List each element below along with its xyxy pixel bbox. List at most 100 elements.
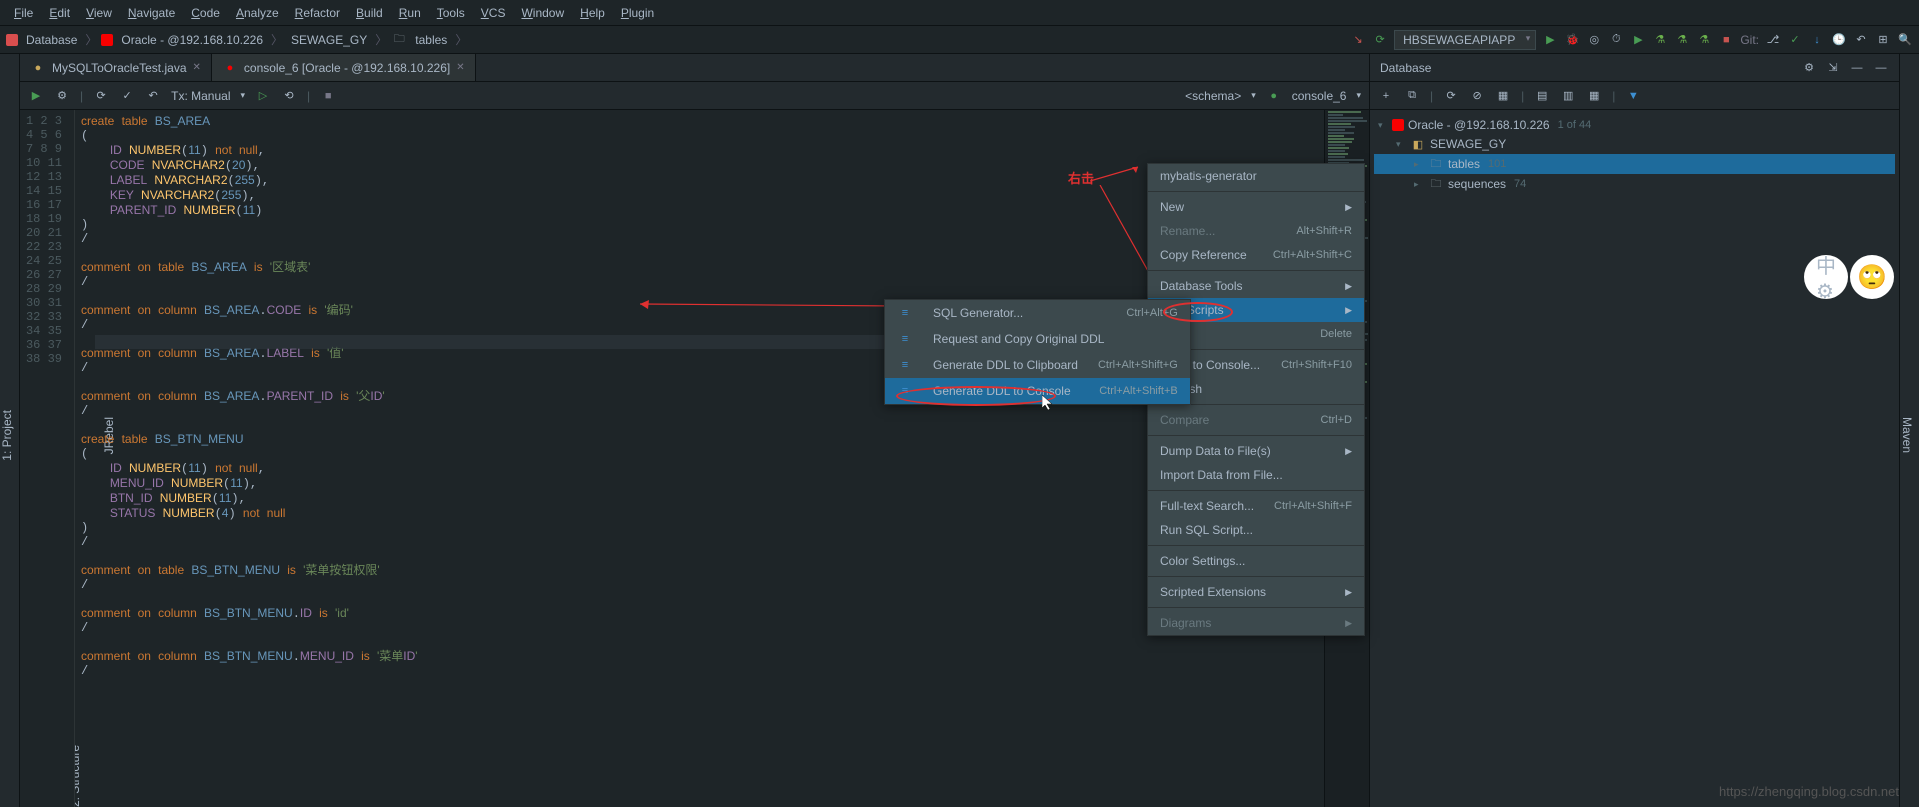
stop-db-icon[interactable]: ⊘	[1469, 88, 1485, 104]
ctx-database-tools[interactable]: Database Tools▶	[1148, 274, 1364, 298]
run-config-select[interactable]: HBSEWAGEAPIAPP	[1394, 30, 1536, 50]
menu-help[interactable]: Help	[572, 2, 613, 24]
git-revert-icon[interactable]: ↶	[1853, 32, 1869, 48]
stop2-icon[interactable]: ■	[320, 88, 336, 104]
coverage-icon[interactable]: ◎	[1586, 32, 1602, 48]
database-panel: Database ⚙ ⇲ — — + ⧉ | ⟳ ⊘ ▦ | ▤ ▥ ▦ | ▼…	[1369, 54, 1899, 807]
ctx-color-settings-[interactable]: Color Settings...	[1148, 549, 1364, 573]
menu-refactor[interactable]: Refactor	[287, 2, 348, 24]
minimize-icon[interactable]: —	[1849, 60, 1865, 76]
tx-mode[interactable]: Tx: Manual	[171, 89, 230, 103]
menu-view[interactable]: View	[78, 2, 120, 24]
settings-icon[interactable]: ⚙	[54, 88, 70, 104]
tree-tables[interactable]: ▸ 🗀 tables 101	[1374, 154, 1895, 174]
console-icon: ●	[1266, 88, 1282, 104]
menu-file[interactable]: File	[6, 2, 41, 24]
filter-icon[interactable]: ▼	[1625, 88, 1641, 104]
menu-build[interactable]: Build	[348, 2, 391, 24]
execute-icon[interactable]: ▶	[28, 88, 44, 104]
editor-tabs: ●MySQLToOracleTest.java✕●console_6 [Orac…	[20, 54, 1369, 82]
ctx-import-data-from-file-[interactable]: Import Data from File...	[1148, 463, 1364, 487]
debug-icon[interactable]: 🐞	[1564, 32, 1580, 48]
refresh-icon[interactable]: ⟳	[93, 88, 109, 104]
menu-window[interactable]: Window	[513, 2, 572, 24]
hammer-icon[interactable]: ↘	[1350, 32, 1366, 48]
ctx-copy-reference[interactable]: Copy ReferenceCtrl+Alt+Shift+C	[1148, 243, 1364, 267]
tx-rollback-icon[interactable]: ↶	[145, 88, 161, 104]
menu-plugin[interactable]: Plugin	[613, 2, 662, 24]
left-tool-strip: 1: Project simpleUML 2: Structure JRebel	[0, 54, 20, 807]
jrebel2-icon[interactable]: ⚗	[1674, 32, 1690, 48]
stop-icon[interactable]: ■	[1718, 32, 1734, 48]
menu-run[interactable]: Run	[391, 2, 429, 24]
breadcrumb-db[interactable]: Oracle - @192.168.10.226	[117, 31, 267, 49]
gear-icon[interactable]: ⚙	[1801, 60, 1817, 76]
breadcrumb-root[interactable]: Database	[22, 31, 81, 49]
editor-tab[interactable]: ●console_6 [Oracle - @192.168.10.226]✕	[212, 54, 476, 81]
ctx-dump-data-to-file-s-[interactable]: Dump Data to File(s)▶	[1148, 439, 1364, 463]
chevron-right-icon: 〉	[85, 31, 97, 48]
menu-tools[interactable]: Tools	[429, 2, 473, 24]
ctx-full-text-search-[interactable]: Full-text Search...Ctrl+Alt+Shift+F	[1148, 494, 1364, 518]
sequences-count: 74	[1514, 178, 1526, 190]
ctx-sub-generate-ddl-to-clipboard[interactable]: ≡Generate DDL to ClipboardCtrl+Alt+Shift…	[885, 352, 1190, 378]
refresh-db-icon[interactable]: ⟳	[1443, 88, 1459, 104]
ctx-sub-generate-ddl-to-console[interactable]: ≡Generate DDL to ConsoleCtrl+Alt+Shift+B	[885, 378, 1190, 404]
git-branch-icon[interactable]: ⎇	[1765, 32, 1781, 48]
tx-commit-icon[interactable]: ✓	[119, 88, 135, 104]
menu-navigate[interactable]: Navigate	[120, 2, 183, 24]
menu-edit[interactable]: Edit	[41, 2, 78, 24]
duplicate-icon[interactable]: ⧉	[1404, 88, 1420, 104]
view2-icon[interactable]: ▥	[1560, 88, 1576, 104]
jrebel-icon[interactable]: ⚗	[1652, 32, 1668, 48]
project-tool[interactable]: 1: Project	[0, 410, 14, 461]
file-icon: ●	[222, 60, 238, 76]
tree-schema[interactable]: ▾ ◧ SEWAGE_GY	[1374, 134, 1895, 154]
ctx-scripted-extensions[interactable]: Scripted Extensions▶	[1148, 580, 1364, 604]
menu-vcs[interactable]: VCS	[473, 2, 514, 24]
right-tool-strip: MavenRestServicesPlantUMLAntaiXcoderData…	[1899, 54, 1919, 807]
editor-tab[interactable]: ●MySQLToOracleTest.java✕	[20, 54, 212, 81]
code-content[interactable]: create table BS_AREA ( ID NUMBER(11) not…	[75, 110, 1324, 807]
ctx-compare: CompareCtrl+D	[1148, 408, 1364, 432]
profile-icon[interactable]: ⏱	[1608, 32, 1624, 48]
play2-icon[interactable]: ▷	[255, 88, 271, 104]
run2-icon[interactable]: ▶	[1630, 32, 1646, 48]
view3-icon[interactable]: ▦	[1586, 88, 1602, 104]
folder-icon: 🗀	[1428, 176, 1444, 192]
grid-icon[interactable]: ⊞	[1875, 32, 1891, 48]
schema-label: SEWAGE_GY	[1430, 137, 1506, 151]
ctx-mybatis-generator[interactable]: mybatis-generator	[1148, 164, 1364, 188]
menu-analyze[interactable]: Analyze	[228, 2, 287, 24]
menu-code[interactable]: Code	[183, 2, 228, 24]
close-icon[interactable]: ✕	[456, 62, 464, 73]
ctx-sub-request-and-copy-original-ddl[interactable]: ≡Request and Copy Original DDL	[885, 326, 1190, 352]
close-icon[interactable]: ✕	[193, 62, 201, 73]
ctx-new[interactable]: New▶	[1148, 195, 1364, 219]
add-icon[interactable]: +	[1378, 88, 1394, 104]
hide-icon[interactable]: —	[1873, 60, 1889, 76]
git-history-icon[interactable]: 🕒	[1831, 32, 1847, 48]
breadcrumb-schema[interactable]: SEWAGE_GY	[287, 31, 371, 49]
history-icon[interactable]: ⟲	[281, 88, 297, 104]
git-update-icon[interactable]: ↓	[1809, 32, 1825, 48]
schema-select[interactable]: <schema>	[1185, 89, 1241, 103]
build-icon[interactable]: ⟳	[1372, 32, 1388, 48]
tool-maven[interactable]: Maven	[1900, 417, 1914, 453]
ctx-run-sql-script-[interactable]: Run SQL Script...	[1148, 518, 1364, 542]
table-icon[interactable]: ▦	[1495, 88, 1511, 104]
breadcrumb-tables[interactable]: tables	[411, 31, 451, 49]
run-icon[interactable]: ▶	[1542, 32, 1558, 48]
jrebel3-icon[interactable]: ⚗	[1696, 32, 1712, 48]
chevron-right-icon: ▸	[1414, 179, 1424, 190]
search-icon[interactable]: 🔍	[1897, 32, 1913, 48]
console-select[interactable]: console_6	[1292, 89, 1347, 103]
ctx-sub-sql-generator-[interactable]: ≡SQL Generator...Ctrl+Alt+G	[885, 300, 1190, 326]
view1-icon[interactable]: ▤	[1534, 88, 1550, 104]
collapse-icon[interactable]: ⇲	[1825, 60, 1841, 76]
tree-sequences[interactable]: ▸ 🗀 sequences 74	[1374, 174, 1895, 194]
tree-datasource[interactable]: ▾ Oracle - @192.168.10.226 1 of 44	[1374, 116, 1895, 134]
sql-icon: ≡	[897, 331, 913, 347]
git-commit-icon[interactable]: ✓	[1787, 32, 1803, 48]
cursor-icon	[1042, 395, 1054, 411]
